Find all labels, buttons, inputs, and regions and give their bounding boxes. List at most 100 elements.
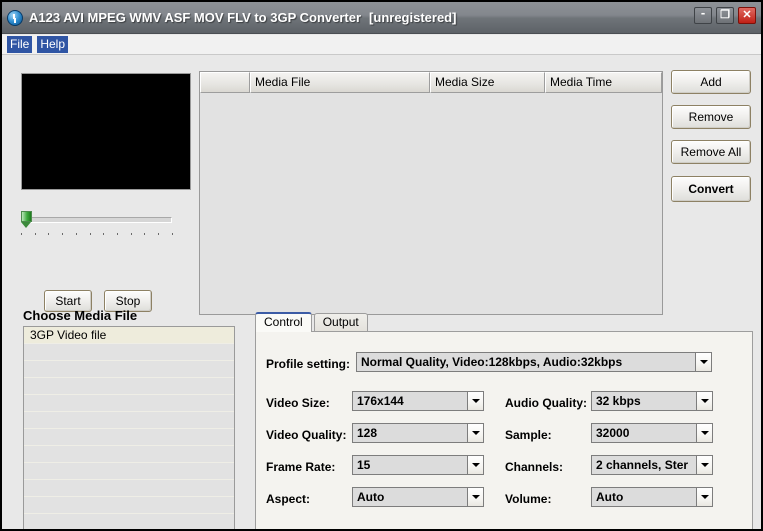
- list-item-empty: [24, 446, 234, 463]
- playback-slider[interactable]: [21, 211, 173, 235]
- close-icon: ✕: [742, 9, 752, 21]
- aspect-label: Aspect:: [266, 492, 311, 506]
- chevron-down-icon[interactable]: [696, 423, 713, 443]
- list-item-empty: [24, 378, 234, 395]
- list-item-empty: [24, 395, 234, 412]
- tab-control[interactable]: Control: [255, 312, 312, 332]
- list-item-empty: [24, 480, 234, 497]
- main-content: Start Stop Media File Media Size Media T…: [2, 56, 761, 529]
- slider-thumb-point: [21, 222, 31, 228]
- remove-button[interactable]: Remove: [671, 105, 751, 129]
- frame-rate-combo[interactable]: 15: [352, 455, 484, 475]
- audio-quality-value: 32 kbps: [591, 391, 696, 411]
- chevron-down-icon[interactable]: [467, 391, 484, 411]
- slider-tick: [158, 233, 160, 235]
- sample-combo[interactable]: 32000: [591, 423, 713, 443]
- video-quality-label: Video Quality:: [266, 428, 347, 442]
- list-action-buttons: Add Remove Remove All Convert: [671, 70, 753, 202]
- slider-tick: [75, 233, 77, 235]
- slider-tick: [62, 233, 64, 235]
- profile-setting-combo[interactable]: Normal Quality, Video:128kbps, Audio:32k…: [356, 352, 712, 372]
- menu-bar: File Help: [2, 35, 761, 55]
- title-bar: A123 AVI MPEG WMV ASF MOV FLV to 3GP Con…: [2, 2, 761, 34]
- frame-rate-value: 15: [352, 455, 467, 475]
- minimize-button[interactable]: -: [694, 5, 712, 24]
- slider-tick: [21, 233, 22, 235]
- close-button[interactable]: ✕: [738, 7, 756, 24]
- frame-rate-label: Frame Rate:: [266, 460, 336, 474]
- add-button[interactable]: Add: [671, 70, 751, 94]
- app-globe-icon: [7, 9, 23, 26]
- control-tab-panel: Profile setting: Normal Quality, Video:1…: [255, 331, 753, 529]
- sample-label: Sample:: [505, 428, 552, 442]
- channels-combo[interactable]: 2 channels, Ster: [591, 455, 713, 475]
- maximize-button[interactable]: ❐: [716, 7, 734, 24]
- list-item-empty: [24, 344, 234, 361]
- list-item[interactable]: 3GP Video file: [24, 327, 234, 344]
- tab-strip: Control Output: [255, 312, 368, 332]
- profile-setting-label: Profile setting:: [266, 357, 351, 371]
- list-item-empty: [24, 361, 234, 378]
- slider-thumb[interactable]: [21, 211, 32, 228]
- list-item-empty: [24, 429, 234, 446]
- volume-value: Auto: [591, 487, 696, 507]
- slider-tick: [103, 233, 105, 235]
- settings-tabs: Control Output Profile setting: Normal Q…: [255, 312, 753, 529]
- maximize-icon: ❐: [720, 9, 730, 21]
- slider-tick: [48, 233, 50, 235]
- media-list-body[interactable]: [200, 93, 662, 314]
- channels-value: 2 channels, Ster: [591, 455, 696, 475]
- application-window: A123 AVI MPEG WMV ASF MOV FLV to 3GP Con…: [0, 0, 763, 531]
- video-quality-combo[interactable]: 128: [352, 423, 484, 443]
- list-item-empty: [24, 497, 234, 514]
- list-item-empty: [24, 412, 234, 429]
- video-size-value: 176x144: [352, 391, 467, 411]
- window-controls: - ❐ ✕: [694, 5, 756, 24]
- list-item-empty: [24, 463, 234, 480]
- convert-button[interactable]: Convert: [671, 176, 751, 202]
- menu-item-help[interactable]: Help: [37, 36, 69, 53]
- audio-quality-combo[interactable]: 32 kbps: [591, 391, 713, 411]
- video-quality-value: 128: [352, 423, 467, 443]
- aspect-value: Auto: [352, 487, 467, 507]
- menu-item-file[interactable]: File: [7, 36, 33, 53]
- slider-tick: [130, 233, 132, 235]
- profile-setting-value: Normal Quality, Video:128kbps, Audio:32k…: [356, 352, 695, 372]
- slider-tick: [144, 233, 146, 235]
- chevron-down-icon[interactable]: [467, 487, 484, 507]
- chevron-down-icon[interactable]: [467, 455, 484, 475]
- remove-all-button[interactable]: Remove All: [671, 140, 751, 164]
- choose-media-file-list[interactable]: 3GP Video file: [23, 326, 235, 529]
- column-header-media-time[interactable]: Media Time: [545, 72, 662, 93]
- video-size-label: Video Size:: [266, 396, 330, 410]
- sample-value: 32000: [591, 423, 696, 443]
- slider-tick: [34, 233, 36, 235]
- chevron-down-icon[interactable]: [467, 423, 484, 443]
- media-file-list[interactable]: Media File Media Size Media Time: [199, 71, 663, 315]
- slider-ticks: [21, 233, 173, 238]
- column-header-media-size[interactable]: Media Size: [430, 72, 545, 93]
- video-size-combo[interactable]: 176x144: [352, 391, 484, 411]
- column-header-media-file[interactable]: Media File: [250, 72, 430, 93]
- window-title: A123 AVI MPEG WMV ASF MOV FLV to 3GP Con…: [29, 10, 362, 25]
- slider-thumb-body: [21, 211, 32, 222]
- channels-label: Channels:: [505, 460, 564, 474]
- slider-groove: [27, 217, 172, 223]
- aspect-combo[interactable]: Auto: [352, 487, 484, 507]
- chevron-down-icon[interactable]: [696, 391, 713, 411]
- list-item-empty: [24, 514, 234, 529]
- chevron-down-icon[interactable]: [696, 455, 713, 475]
- chevron-down-icon[interactable]: [696, 487, 713, 507]
- minimize-icon: -: [700, 5, 706, 20]
- window-title-suffix: [unregistered]: [369, 10, 457, 25]
- slider-tick: [89, 233, 91, 235]
- choose-media-file-title: Choose Media File: [23, 308, 138, 323]
- volume-combo[interactable]: Auto: [591, 487, 713, 507]
- volume-label: Volume:: [505, 492, 552, 506]
- media-list-header: Media File Media Size Media Time: [200, 72, 662, 93]
- tab-output[interactable]: Output: [313, 313, 368, 332]
- slider-tick: [117, 233, 119, 235]
- column-header-index[interactable]: [200, 72, 250, 93]
- video-preview-screen[interactable]: [21, 73, 191, 190]
- chevron-down-icon[interactable]: [695, 352, 712, 372]
